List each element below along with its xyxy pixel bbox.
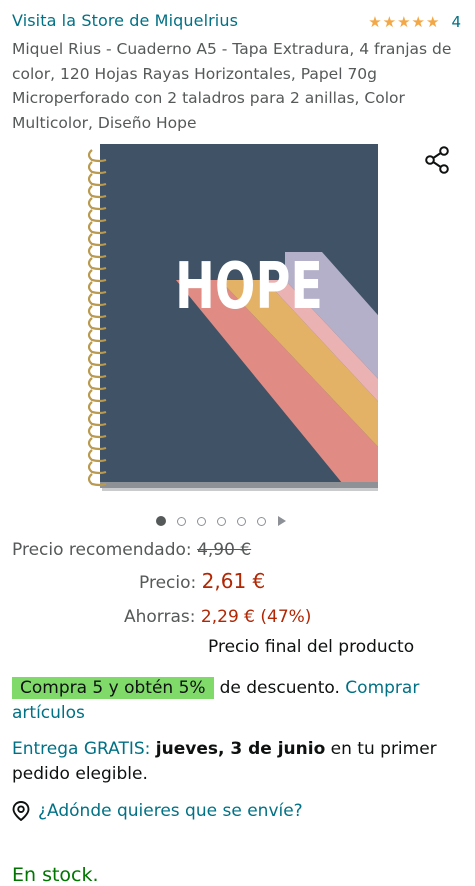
final-price-note: Precio final del producto: [208, 637, 415, 657]
share-icon[interactable]: [424, 146, 450, 174]
savings-value: 2,29 € (47%): [200, 607, 312, 627]
promotion: Compra 5 y obtén 5% de descuento. Comprar…: [12, 676, 467, 726]
video-play-icon[interactable]: [278, 516, 286, 526]
star-icon: ★: [382, 12, 397, 31]
star-rating-icon: ★ ★ ★ ★ ★: [368, 12, 440, 31]
price-label: Precio:: [139, 573, 197, 593]
carousel-dot[interactable]: [177, 516, 186, 526]
carousel-dot[interactable]: [156, 516, 166, 526]
carousel-dot[interactable]: [257, 516, 266, 526]
location-pin-icon: [12, 801, 30, 821]
star-icon: ★: [411, 12, 425, 31]
location-label[interactable]: ¿Adónde quieres que se envíe?: [38, 801, 303, 821]
rrp-row: Precio recomendado: 4,90 €: [12, 540, 251, 560]
delivery-info: Entrega GRATIS: jueves, 3 de junio en tu…: [12, 737, 467, 787]
delivery-location[interactable]: ¿Adónde quieres que se envíe?: [12, 801, 303, 821]
promo-text: de descuento.: [219, 678, 340, 698]
store-link[interactable]: Visita la Store de Miquelrius: [12, 11, 238, 30]
savings-row: Ahorras: 2,29 € (47%): [124, 607, 311, 627]
free-delivery-link[interactable]: Entrega GRATIS:: [12, 739, 150, 759]
savings-label: Ahorras:: [124, 607, 196, 627]
promo-badge: Compra 5 y obtén 5%: [12, 677, 214, 699]
price-value: 2,61 €: [201, 569, 266, 593]
carousel-dots[interactable]: [156, 516, 286, 526]
product-image[interactable]: HOPE: [80, 140, 390, 500]
price-row: Precio: 2,61 €: [139, 569, 265, 593]
stock-status: En stock.: [12, 864, 99, 886]
star-icon: ★: [397, 12, 411, 31]
rating[interactable]: ★ ★ ★ ★ ★ 4: [368, 13, 461, 31]
carousel-dot[interactable]: [237, 516, 246, 526]
star-icon: ★: [426, 12, 440, 31]
star-icon: ★: [368, 12, 382, 31]
rrp-label: Precio recomendado:: [12, 540, 192, 560]
cover-text: HOPE: [175, 250, 323, 324]
product-title: Miquel Rius - Cuaderno A5 - Tapa Extradu…: [12, 40, 452, 132]
rating-count[interactable]: 4: [451, 13, 461, 31]
delivery-date: jueves, 3 de junio: [155, 739, 326, 759]
rrp-value: 4,90 €: [197, 540, 252, 560]
carousel-dot[interactable]: [197, 516, 206, 526]
carousel-dot[interactable]: [217, 516, 226, 526]
